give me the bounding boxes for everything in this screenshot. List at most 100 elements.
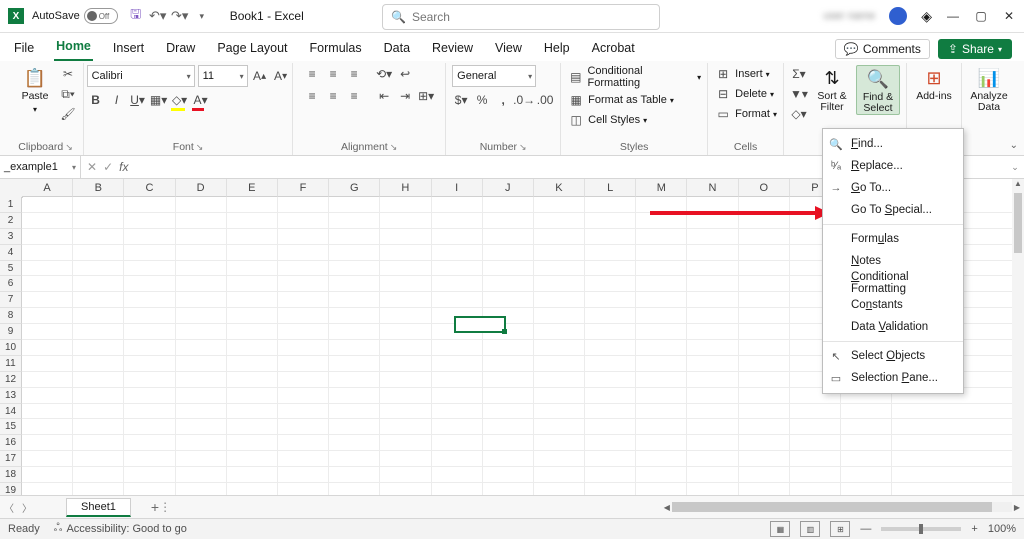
row-header[interactable]: 1 [0,197,22,213]
active-cell[interactable] [454,316,506,333]
col-header[interactable]: B [73,179,124,197]
format-painter-icon[interactable]: 🖌 [59,105,77,123]
col-header[interactable]: H [380,179,431,197]
ribbon-collapse-icon[interactable]: ⌄ [1010,140,1018,151]
col-header[interactable]: D [176,179,227,197]
qat-customize-icon[interactable]: ▾ [194,8,210,24]
cut-icon[interactable]: ✂ [59,65,77,83]
font-color-button[interactable]: A▾ [192,91,210,109]
font-name-combo[interactable]: Calibri [87,65,195,87]
tab-draw[interactable]: Draw [164,37,197,61]
number-format-combo[interactable]: General [452,65,536,87]
menu-item-conditional-formatting[interactable]: Conditional Formatting [823,272,963,294]
col-header[interactable]: J [483,179,534,197]
vertical-scrollbar[interactable]: ▲ [1012,179,1024,495]
bold-button[interactable]: B [87,91,105,109]
col-header[interactable]: L [585,179,636,197]
row-header[interactable]: 6 [0,276,22,292]
row-header[interactable]: 2 [0,213,22,229]
col-header[interactable]: G [329,179,380,197]
zoom-slider[interactable] [881,527,961,531]
share-button[interactable]: ⇪Share▾ [938,39,1012,59]
border-button[interactable]: ▦▾ [150,91,168,109]
undo-icon[interactable]: ↶▾ [150,8,166,24]
align-center-icon[interactable]: ≡ [324,87,342,105]
menu-item-go-to-special[interactable]: Go To Special... [823,199,963,221]
menu-item-select-objects[interactable]: ↖Select Objects [823,345,963,367]
col-header[interactable]: F [278,179,329,197]
align-left-icon[interactable]: ≡ [303,87,321,105]
tab-file[interactable]: File [12,37,36,61]
menu-item-selection-pane[interactable]: ▭Selection Pane... [823,367,963,389]
font-size-combo[interactable]: 11 [198,65,248,87]
menu-item-go-to[interactable]: →Go To... [823,177,963,199]
format-as-table-button[interactable]: ▦Format as Table▾ [567,91,674,109]
row-header[interactable]: 18 [0,467,22,483]
row-header[interactable]: 10 [0,340,22,356]
tab-acrobat[interactable]: Acrobat [590,37,637,61]
align-bottom-icon[interactable]: ≡ [345,65,363,83]
alignment-launcher[interactable]: ↘ [390,142,398,153]
comma-icon[interactable]: , [494,91,512,109]
menu-item-data-validation[interactable]: Data Validation [823,316,963,338]
add-sheet-button[interactable]: + [151,499,159,515]
conditional-formatting-button[interactable]: ▤Conditional Formatting▾ [567,65,701,89]
menu-item-notes[interactable]: Notes [823,250,963,272]
row-header[interactable]: 15 [0,419,22,435]
name-box[interactable]: _example1▾ [0,156,81,178]
autosave-toggle[interactable]: AutoSave Off [32,8,118,24]
tab-formulas[interactable]: Formulas [308,37,364,61]
redo-icon[interactable]: ↷▾ [172,8,188,24]
analyze-data-button[interactable]: 📊Analyze Data [968,65,1010,113]
clear-icon[interactable]: ◇▾ [790,105,808,123]
decrease-indent-icon[interactable]: ⇤ [375,87,393,105]
tab-home[interactable]: Home [54,35,93,61]
tab-data[interactable]: Data [382,37,412,61]
col-header[interactable]: K [534,179,585,197]
insert-cells-button[interactable]: ⊞Insert▾ [714,65,770,83]
row-header[interactable]: 13 [0,388,22,404]
enter-formula-icon[interactable]: ✓ [103,160,113,174]
select-all-corner[interactable] [0,179,23,198]
zoom-level[interactable]: 100% [988,523,1016,535]
fx-icon[interactable]: fx [119,160,128,174]
row-header[interactable]: 17 [0,451,22,467]
decrease-decimal-icon[interactable]: .00 [536,91,554,109]
formula-bar-expand[interactable]: ⌄ [1006,162,1024,173]
paste-button[interactable]: 📋Paste▾ [14,65,56,115]
underline-button[interactable]: U▾ [129,91,147,109]
row-header[interactable]: 11 [0,356,22,372]
addins-button[interactable]: ⊞Add-ins [913,65,955,102]
copy-icon[interactable]: ⧉▾ [59,85,77,103]
fill-color-button[interactable]: ◇▾ [171,91,189,109]
col-header[interactable]: O [739,179,790,197]
minimize-button[interactable]: — [946,9,960,23]
row-header[interactable]: 16 [0,435,22,451]
col-header[interactable]: C [124,179,175,197]
row-header[interactable]: 5 [0,261,22,277]
orientation-icon[interactable]: ⟲▾ [375,65,393,83]
tab-help[interactable]: Help [542,37,572,61]
row-header[interactable]: 19 [0,483,22,495]
delete-cells-button[interactable]: ⊟Delete▾ [714,85,774,103]
zoom-out-button[interactable]: — [860,523,871,535]
sort-filter-button[interactable]: ⇅Sort & Filter [811,65,853,113]
wrap-text-icon[interactable]: ↩ [396,65,414,83]
tab-page-layout[interactable]: Page Layout [215,37,289,61]
tab-next-icon[interactable]: 〉 [18,500,36,515]
row-header[interactable]: 4 [0,245,22,261]
autosum-icon[interactable]: Σ▾ [790,65,808,83]
find-select-button[interactable]: 🔍Find & Select [856,65,900,115]
sheet-tab[interactable]: Sheet1 [66,498,131,517]
save-icon[interactable]: 🖫 [128,8,144,24]
increase-indent-icon[interactable]: ⇥ [396,87,414,105]
menu-item-constants[interactable]: Constants [823,294,963,316]
diamond-icon[interactable]: ◈ [921,8,932,25]
italic-button[interactable]: I [108,91,126,109]
close-button[interactable]: ✕ [1002,9,1016,23]
page-break-view-icon[interactable]: ⊞ [830,521,850,537]
horizontal-scrollbar[interactable]: ◀▶ [177,502,1024,512]
row-header[interactable]: 14 [0,404,22,420]
clipboard-launcher[interactable]: ↘ [65,142,73,153]
col-header[interactable]: N [687,179,738,197]
